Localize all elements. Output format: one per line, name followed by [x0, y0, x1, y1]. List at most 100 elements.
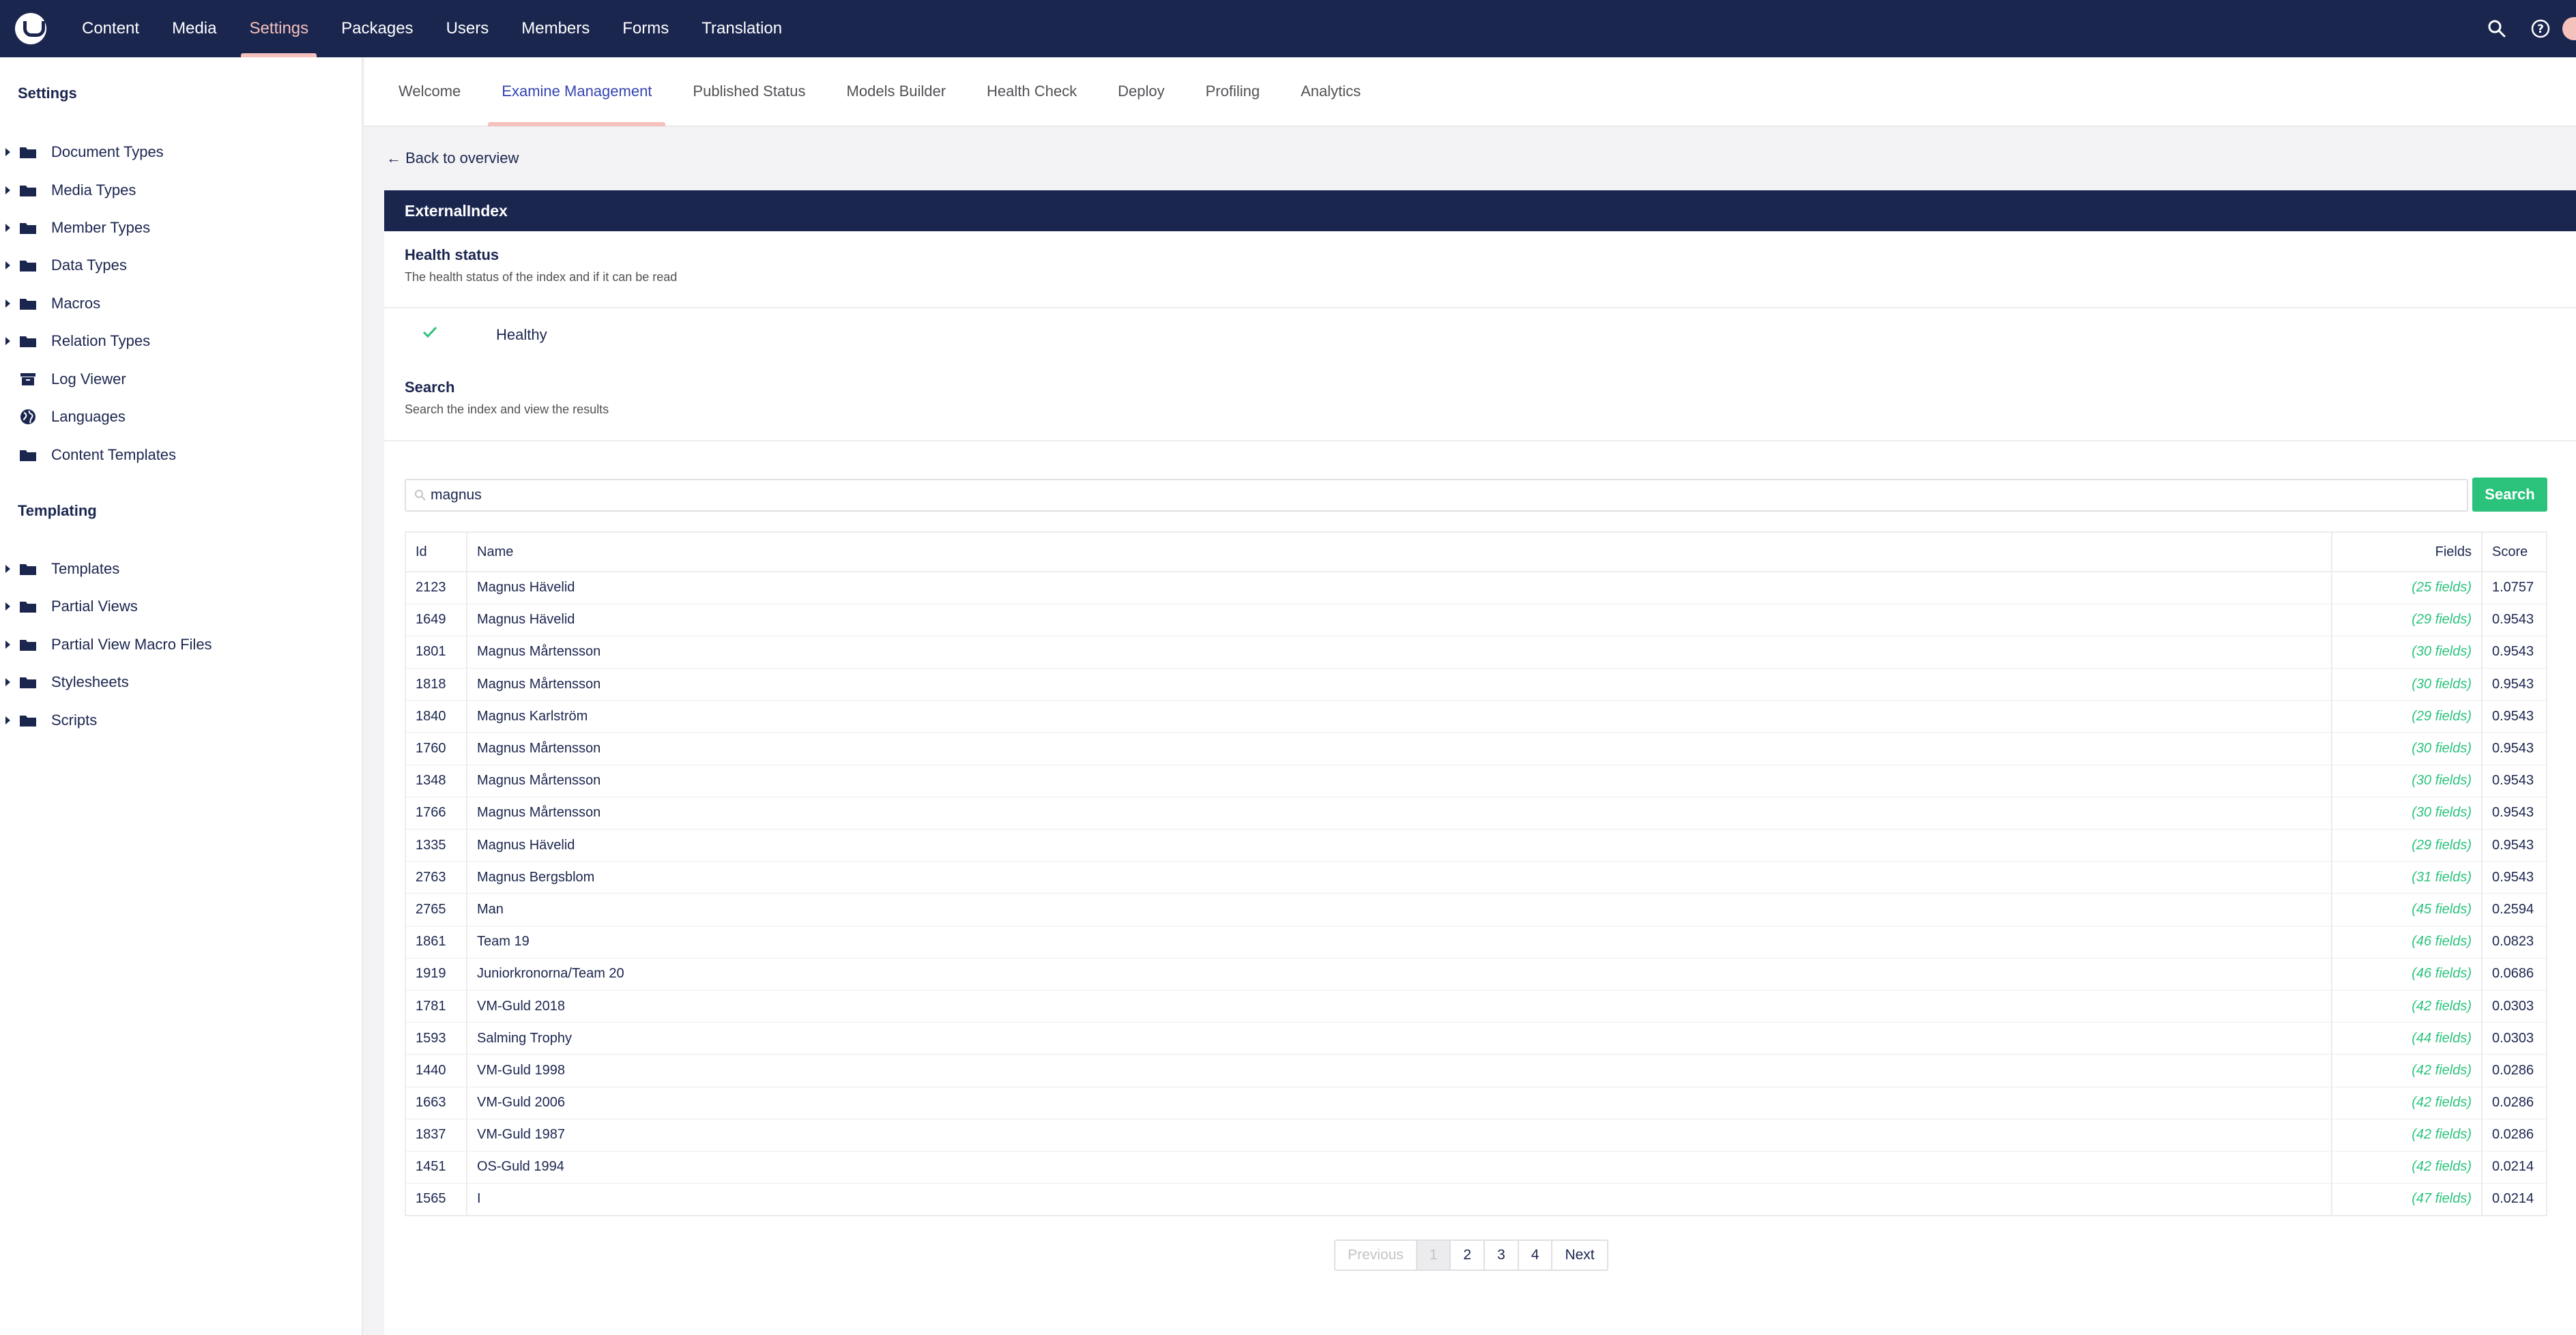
result-fields-link[interactable]: (44 fields) [2331, 1022, 2482, 1055]
tab-examine-management[interactable]: Examine Management [481, 57, 672, 126]
result-fields-link[interactable]: (30 fields) [2331, 796, 2482, 830]
settings-sidebar: Settings Document Types Media Types Memb… [0, 57, 363, 1335]
search-input[interactable] [426, 480, 2467, 510]
expand-caret-icon[interactable] [5, 148, 10, 156]
tab-welcome[interactable]: Welcome [378, 57, 481, 126]
page-button-2[interactable]: 2 [1451, 1241, 1486, 1270]
result-fields-link[interactable]: (31 fields) [2331, 861, 2482, 894]
tab-profiling[interactable]: Profiling [1185, 57, 1280, 126]
result-fields-link[interactable]: (29 fields) [2331, 603, 2482, 636]
nav-settings[interactable]: Settings [233, 0, 325, 57]
sidebar-item-partial-views[interactable]: Partial Views [0, 590, 362, 623]
sidebar-item-log-viewer[interactable]: Log Viewer [0, 363, 362, 396]
tab-published-status[interactable]: Published Status [672, 57, 826, 126]
expand-caret-icon[interactable] [5, 565, 10, 573]
tab-analytics[interactable]: Analytics [1280, 57, 1381, 126]
result-name: Magnus Hävelid [467, 603, 2332, 636]
column-header-fields: Fields [2331, 532, 2482, 572]
expand-caret-icon[interactable] [5, 641, 10, 649]
expand-caret-icon[interactable] [5, 716, 10, 724]
sidebar-item-languages[interactable]: Languages [0, 400, 362, 433]
nav-members[interactable]: Members [505, 0, 606, 57]
expand-caret-icon[interactable] [5, 337, 10, 345]
result-fields-link[interactable]: (25 fields) [2331, 571, 2482, 604]
tab-health-check[interactable]: Health Check [966, 57, 1097, 126]
column-header-name: Name [467, 532, 2332, 572]
result-name: Magnus Mårtensson [467, 635, 2332, 669]
sidebar-item-label: Data Types [51, 256, 127, 274]
sidebar-item-data-types[interactable]: Data Types [0, 249, 362, 282]
umbraco-logo[interactable] [15, 13, 46, 44]
nav-packages[interactable]: Packages [325, 0, 429, 57]
result-fields-link[interactable]: (46 fields) [2331, 957, 2482, 991]
sidebar-item-macros[interactable]: Macros [0, 287, 362, 320]
sidebar-item-label: Languages [51, 408, 126, 425]
expand-caret-icon[interactable] [5, 261, 10, 269]
sidebar-item-label: Media Types [51, 181, 136, 199]
result-fields-link[interactable]: (42 fields) [2331, 1150, 2482, 1184]
sidebar-item-media-types[interactable]: Media Types [0, 174, 362, 207]
result-fields-link[interactable]: (45 fields) [2331, 893, 2482, 926]
expand-caret-icon[interactable] [5, 299, 10, 308]
results-body: 2123 Magnus Hävelid (25 fields) 1.0757 1649 M… [405, 571, 2547, 1216]
nav-content[interactable]: Content [66, 0, 156, 57]
expand-caret-icon[interactable] [5, 186, 10, 194]
result-name: I [467, 1183, 2332, 1216]
sidebar-item-label: Content Templates [51, 446, 177, 463]
result-name: Man [467, 893, 2332, 926]
result-score: 0.9543 [2481, 732, 2547, 765]
result-fields-link[interactable]: (47 fields) [2331, 1183, 2482, 1216]
expand-caret-icon[interactable] [5, 678, 10, 686]
result-fields-link[interactable]: (29 fields) [2331, 828, 2482, 862]
result-name: OS-Guld 1994 [467, 1150, 2332, 1184]
sidebar-item-scripts[interactable]: Scripts [0, 704, 362, 737]
sidebar-item-document-types[interactable]: Document Types [0, 136, 362, 168]
help-icon[interactable]: ? [2519, 0, 2562, 57]
sidebar-item-member-types[interactable]: Member Types [0, 211, 362, 244]
result-fields-link[interactable]: (42 fields) [2331, 989, 2482, 1023]
table-row: 1335 Magnus Hävelid (29 fields) 0.9543 [405, 828, 2547, 862]
page-button-4[interactable]: 4 [1519, 1241, 1553, 1270]
result-name: Magnus Mårtensson [467, 732, 2332, 765]
back-to-overview-link[interactable]: ← Back to overview [386, 149, 519, 167]
result-fields-link[interactable]: (42 fields) [2331, 1118, 2482, 1151]
page-button-1[interactable]: 1 [1417, 1241, 1451, 1270]
result-fields-link[interactable]: (30 fields) [2331, 732, 2482, 765]
expand-caret-icon[interactable] [5, 224, 10, 232]
user-avatar[interactable] [2562, 17, 2576, 40]
result-name: Juniorkronorna/Team 20 [467, 957, 2332, 991]
divider [384, 307, 2576, 308]
sidebar-item-label: Scripts [51, 711, 98, 729]
result-fields-link[interactable]: (30 fields) [2331, 668, 2482, 701]
sidebar-item-partial-view-macro-files[interactable]: Partial View Macro Files [0, 628, 362, 661]
result-fields-link[interactable]: (42 fields) [2331, 1054, 2482, 1087]
sidebar-item-content-templates[interactable]: Content Templates [0, 439, 362, 471]
sidebar-item-relation-types[interactable]: Relation Types [0, 325, 362, 357]
result-fields-link[interactable]: (46 fields) [2331, 925, 2482, 958]
table-row: 1766 Magnus Mårtensson (30 fields) 0.9543 [405, 796, 2547, 830]
result-fields-link[interactable]: (42 fields) [2331, 1086, 2482, 1119]
expand-caret-icon[interactable] [5, 602, 10, 611]
result-score: 0.2594 [2481, 893, 2547, 926]
tab-deploy[interactable]: Deploy [1097, 57, 1185, 126]
sidebar-item-templates[interactable]: Templates [0, 553, 362, 585]
table-row: 1760 Magnus Mårtensson (30 fields) 0.9543 [405, 732, 2547, 765]
health-status-title: Health status [405, 246, 500, 263]
nav-users[interactable]: Users [430, 0, 506, 57]
nav-forms[interactable]: Forms [606, 0, 685, 57]
nav-media[interactable]: Media [156, 0, 233, 57]
archive-icon [19, 372, 37, 386]
previous-page-button[interactable]: Previous [1335, 1241, 1417, 1270]
search-icon[interactable] [2475, 0, 2519, 57]
result-name: Magnus Mårtensson [467, 796, 2332, 830]
page-button-3[interactable]: 3 [1485, 1241, 1519, 1270]
result-fields-link[interactable]: (30 fields) [2331, 764, 2482, 797]
sidebar-item-label: Templates [51, 560, 120, 577]
result-fields-link[interactable]: (29 fields) [2331, 700, 2482, 733]
nav-translation[interactable]: Translation [685, 0, 798, 57]
next-page-button[interactable]: Next [1552, 1241, 1606, 1270]
search-button[interactable]: Search [2472, 478, 2547, 512]
result-fields-link[interactable]: (30 fields) [2331, 635, 2482, 669]
tab-models-builder[interactable]: Models Builder [826, 57, 967, 126]
sidebar-item-stylesheets[interactable]: Stylesheets [0, 666, 362, 699]
